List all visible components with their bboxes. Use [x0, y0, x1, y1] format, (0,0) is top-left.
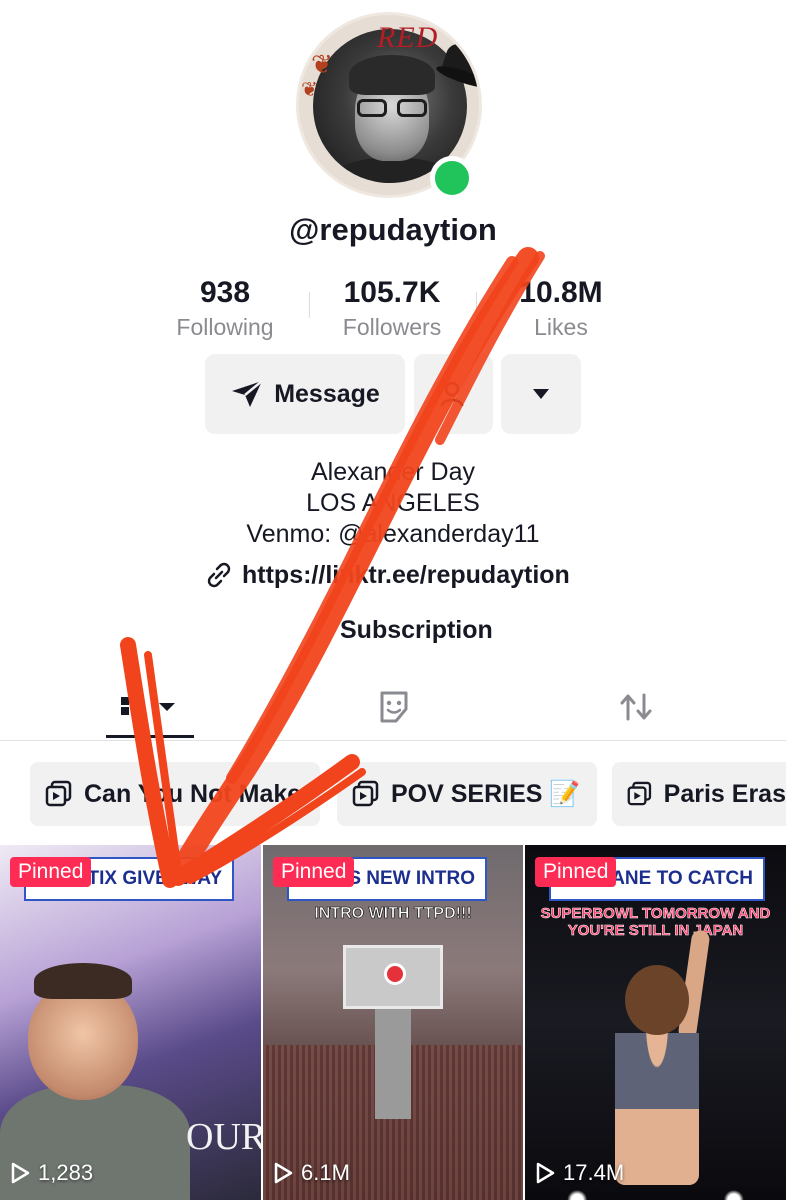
stat-value: 938 [199, 276, 251, 309]
tabs-divider [0, 740, 786, 741]
profile-avatar[interactable]: RED ❦ ❦ [292, 8, 490, 200]
sticker-icon [380, 691, 408, 723]
view-count-text: 17.4M [563, 1160, 625, 1185]
stat-following[interactable]: 938 Following [170, 276, 280, 344]
view-count: 17.4M [535, 1160, 624, 1186]
stat-divider [309, 292, 310, 318]
stat-value: 105.7K [343, 276, 441, 309]
view-count: 1,283 [10, 1160, 93, 1186]
playlist-chip[interactable]: Can You Not Make [30, 762, 320, 826]
message-button-label: Message [274, 379, 380, 408]
bio-location: LOS ANGELES [306, 489, 480, 517]
online-status-dot [430, 156, 474, 200]
more-options-button[interactable] [501, 354, 581, 434]
video-caption: SUPERBOWL TOMORROW AND YOU'RE STILL IN J… [540, 905, 771, 940]
video-tile[interactable]: TIX GIVEAWAY OUR Pinned 1,283 [0, 845, 261, 1200]
play-icon [536, 1162, 555, 1184]
playlist-label: Can You Not Make [84, 779, 302, 808]
stat-likes[interactable]: 10.8M Likes [508, 276, 614, 344]
hat-icon [434, 40, 479, 92]
video-caption: INTRO WITH TTPD!!! [314, 905, 472, 923]
subscription-link[interactable]: Subscription [340, 616, 493, 645]
repost-icon [620, 693, 652, 721]
playlist-icon [627, 781, 652, 806]
video-overlay-text: OUR [186, 1116, 261, 1158]
caret-down-icon [533, 389, 549, 399]
stat-value: 10.8M [519, 276, 603, 309]
link-icon [207, 562, 231, 588]
pinned-badge: Pinned [10, 857, 92, 887]
video-tile[interactable]: S NEW INTRO INTRO WITH TTPD!!! Pinned 6.… [263, 845, 523, 1200]
pinned-badge: Pinned [273, 857, 355, 887]
maple-leaf-icon: ❦ [311, 49, 333, 79]
user-icon [440, 381, 463, 407]
view-count-text: 1,283 [38, 1160, 94, 1185]
view-count-text: 6.1M [301, 1160, 350, 1185]
bio-venmo: Venmo: @alexanderday11 [246, 520, 540, 548]
playlist-chip[interactable]: Paris Eras [612, 762, 786, 826]
username: @repudaytion [289, 212, 497, 247]
stat-label: Followers [342, 314, 442, 340]
bio-link[interactable]: https://linktr.ee/repudaytion [204, 560, 570, 590]
playlist-icon [352, 780, 379, 807]
playlist-chip[interactable]: POV SERIES 📝 [337, 762, 597, 826]
tab-favorites[interactable] [350, 676, 438, 738]
message-button[interactable]: Message [205, 354, 405, 434]
stat-label: Likes [534, 314, 588, 340]
maple-leaf-icon: ❦ [301, 79, 318, 101]
play-icon [274, 1162, 293, 1184]
bio-link-text: https://linktr.ee/repudaytion [242, 560, 570, 589]
stat-divider [476, 292, 477, 318]
stat-followers[interactable]: 105.7K Followers [336, 276, 448, 344]
tab-videos[interactable] [106, 676, 194, 738]
video-tile[interactable]: LANE TO CATCH SUPERBOWL TOMORROW AND YOU… [525, 845, 786, 1200]
stat-label: Following [176, 314, 274, 340]
bio-name: Alexander Day [311, 458, 475, 486]
avatar-red-text: RED [377, 21, 439, 54]
view-count: 6.1M [273, 1160, 350, 1186]
send-icon [232, 380, 263, 407]
grid-icon [121, 696, 175, 715]
play-icon [11, 1162, 30, 1184]
follow-status-button[interactable] [414, 354, 493, 434]
playlist-label: POV SERIES 📝 [391, 779, 581, 808]
tab-reposts[interactable] [592, 676, 680, 738]
pinned-badge: Pinned [535, 857, 617, 887]
playlist-label: Paris Eras [663, 779, 786, 808]
playlist-icon [45, 780, 72, 807]
glasses [357, 99, 429, 117]
